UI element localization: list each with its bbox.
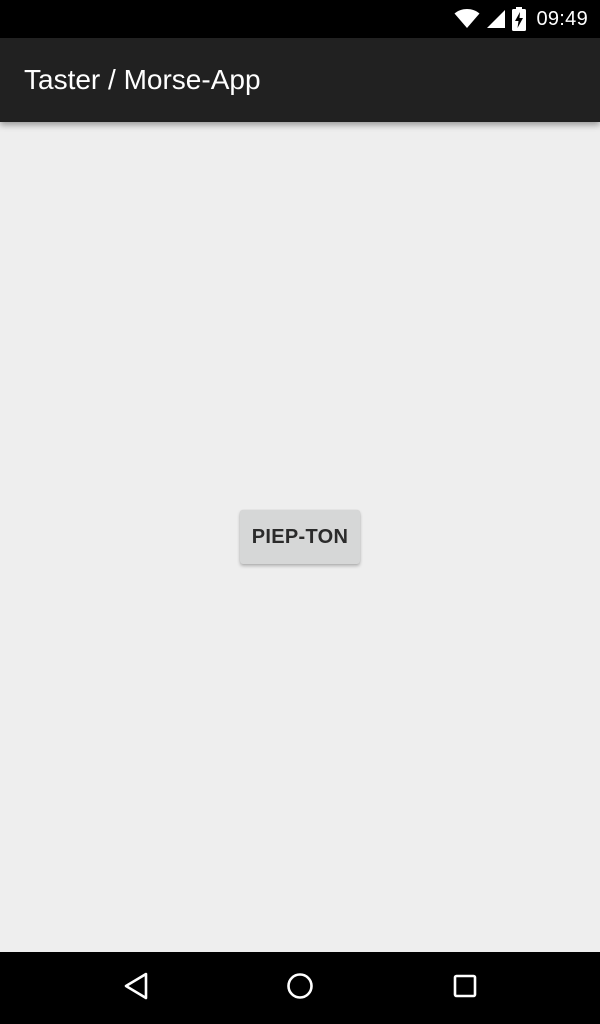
app-title: Taster / Morse-App	[24, 64, 261, 95]
home-icon	[285, 971, 315, 1006]
back-icon	[122, 971, 150, 1006]
app-screen: 09:49 Taster / Morse-App PIEP-TON	[0, 0, 600, 1024]
navigation-bar	[0, 952, 600, 1024]
beep-button[interactable]: PIEP-TON	[240, 510, 360, 564]
recent-apps-icon	[451, 972, 479, 1005]
app-bar: Taster / Morse-App	[0, 38, 600, 122]
battery-charging-icon	[512, 7, 527, 31]
status-icons: 09:49	[454, 0, 588, 38]
nav-recent-apps-button[interactable]	[425, 952, 505, 1024]
status-clock: 09:49	[536, 7, 588, 30]
status-bar: 09:49	[0, 0, 600, 38]
main-content: PIEP-TON	[0, 122, 600, 952]
nav-back-button[interactable]	[96, 952, 176, 1024]
wifi-icon	[454, 9, 480, 29]
cell-signal-icon	[486, 9, 506, 29]
nav-home-button[interactable]	[260, 952, 340, 1024]
